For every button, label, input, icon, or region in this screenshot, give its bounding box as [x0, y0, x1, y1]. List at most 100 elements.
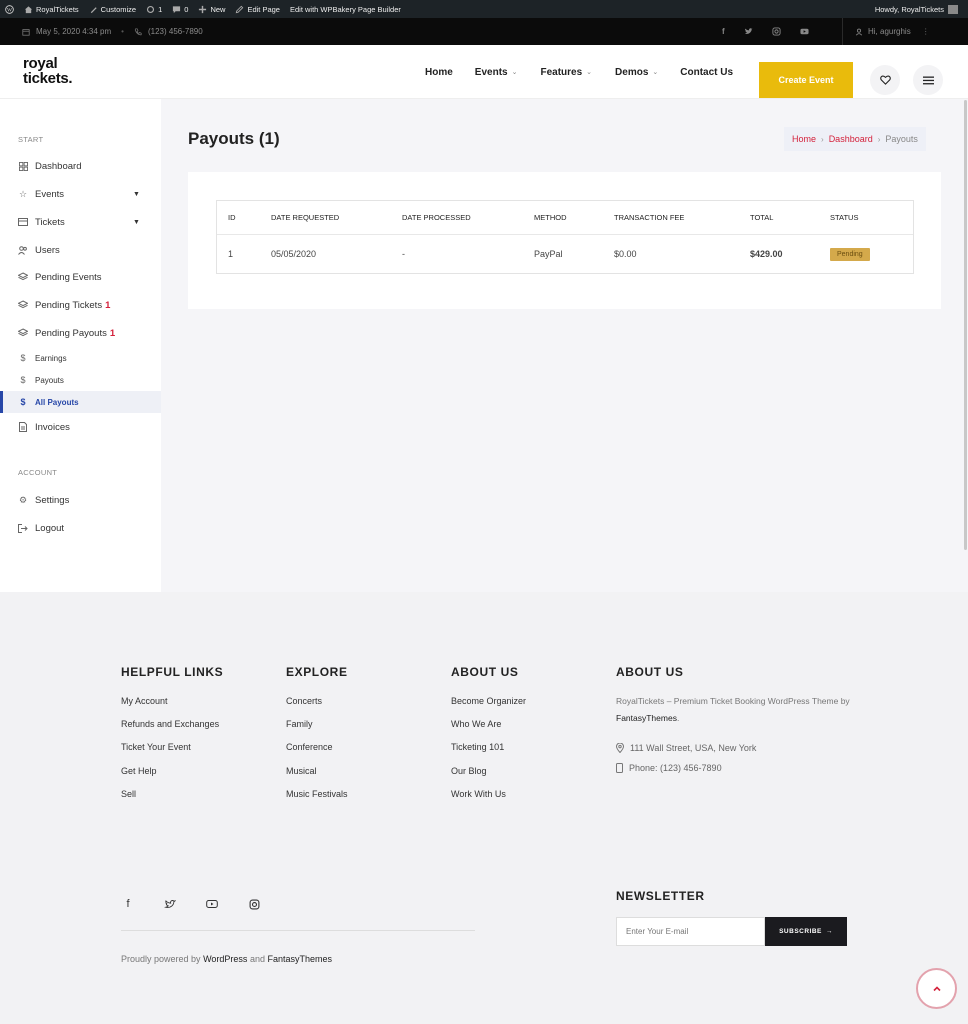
sidebar-item-label: Dashboard — [35, 160, 82, 172]
footer-link[interactable]: Ticket Your Event — [121, 742, 223, 765]
address-text: 111 Wall Street, USA, New York — [630, 743, 757, 753]
subscribe-button[interactable]: SUBSCRIBE → — [765, 917, 847, 946]
column-header: DATE PROCESSED — [402, 213, 471, 222]
footer-link[interactable]: Sell — [121, 789, 223, 812]
sidebar-item-events[interactable]: ☆ Events ▼ — [0, 183, 161, 205]
user-menu[interactable]: Hi, agurghis ⋮ — [842, 18, 930, 45]
pencil-icon — [236, 5, 244, 13]
wp-logo-menu[interactable]: W — [0, 0, 19, 18]
date-processed: - — [402, 249, 405, 259]
new-label: New — [210, 4, 226, 14]
nav-home[interactable]: Home — [425, 67, 453, 78]
sidebar-item-invoices[interactable]: Invoices — [0, 416, 161, 438]
chevron-down-icon: ⌄ — [586, 69, 593, 76]
about-brand-link[interactable]: FantasyThemes — [616, 713, 677, 723]
footer-link[interactable]: Who We Are — [451, 719, 526, 742]
status-cell: Pending — [830, 235, 870, 273]
new-content-link[interactable]: New — [193, 0, 230, 18]
footer-link[interactable]: Music Festivals — [286, 789, 348, 812]
customize-link[interactable]: Customize — [84, 0, 141, 18]
breadcrumb-home[interactable]: Home — [792, 134, 816, 144]
twitter-icon[interactable] — [744, 27, 753, 36]
footer-link[interactable]: Refunds and Exchanges — [121, 719, 223, 742]
nav-events[interactable]: Events ⌄ — [475, 67, 518, 78]
sidebar-item-earnings[interactable]: $ Earnings — [0, 347, 161, 369]
footer-link[interactable]: Get Help — [121, 766, 223, 789]
grid-icon — [18, 161, 28, 171]
footer-link[interactable]: My Account — [121, 696, 223, 719]
brush-icon — [90, 6, 97, 13]
instagram-icon[interactable] — [247, 897, 261, 911]
sidebar-item-label: Tickets — [35, 216, 65, 228]
nav-contact[interactable]: Contact Us — [680, 67, 733, 78]
edit-page-link[interactable]: Edit Page — [230, 0, 285, 18]
chevron-down-icon: ⌄ — [511, 69, 518, 76]
facebook-icon[interactable]: f — [121, 897, 135, 911]
column-header: METHOD — [534, 213, 567, 222]
count-badge: 1 — [105, 299, 111, 311]
site-logo[interactable]: royal tickets. — [23, 55, 73, 86]
breadcrumb-dashboard[interactable]: Dashboard — [829, 134, 873, 144]
powered-prefix: Proudly powered by — [121, 954, 201, 964]
fantasythemes-link[interactable]: FantasyThemes — [267, 954, 332, 964]
footer-link[interactable]: Ticketing 101 — [451, 742, 526, 765]
footer-heading: HELPFUL LINKS — [121, 665, 224, 679]
nav-features[interactable]: Features ⌄ — [540, 67, 592, 78]
page-scrollbar[interactable] — [964, 100, 967, 550]
youtube-icon[interactable] — [205, 897, 219, 911]
comments-link[interactable]: 0 — [167, 0, 193, 18]
logout-icon — [18, 523, 28, 533]
footer-link[interactable]: Our Blog — [451, 766, 526, 789]
create-event-button[interactable]: Create Event — [759, 62, 853, 98]
footer-link[interactable]: Musical — [286, 766, 348, 789]
updates-link[interactable]: 1 — [141, 0, 167, 18]
chevron-down-icon: ⌄ — [652, 69, 659, 76]
subscribe-label: SUBSCRIBE — [779, 928, 822, 935]
sidebar-item-pending-events[interactable]: Pending Events — [0, 266, 161, 288]
sidebar-item-dashboard[interactable]: Dashboard — [0, 155, 161, 177]
nav-features-label: Features — [540, 66, 583, 78]
nav-demos[interactable]: Demos ⌄ — [615, 67, 658, 78]
footer-link[interactable]: Become Organizer — [451, 696, 526, 719]
sidebar-item-label: Payouts — [35, 375, 64, 385]
sidebar-item-logout[interactable]: Logout — [0, 517, 161, 539]
back-to-top-button[interactable] — [916, 968, 957, 1009]
hamburger-icon — [922, 76, 934, 84]
footer-link[interactable]: Conference — [286, 742, 348, 765]
sidebar-item-all-payouts[interactable]: $ All Payouts — [0, 391, 161, 413]
sidebar-item-pending-payouts[interactable]: Pending Payouts 1 — [0, 322, 161, 344]
menu-button[interactable] — [913, 65, 943, 95]
sidebar-item-payouts[interactable]: $ Payouts — [0, 369, 161, 391]
avatar — [948, 4, 958, 14]
footer-heading: ABOUT US — [451, 665, 519, 679]
instagram-icon[interactable] — [772, 27, 781, 36]
footer-helpful-links: HELPFUL LINKS My Account Refunds and Exc… — [121, 665, 223, 812]
footer-link[interactable]: Work With Us — [451, 789, 526, 812]
sidebar-item-pending-tickets[interactable]: Pending Tickets 1 — [0, 294, 161, 316]
wpbakery-link[interactable]: Edit with WPBakery Page Builder — [285, 0, 406, 18]
sidebar-item-settings[interactable]: ⚙ Settings — [0, 489, 161, 511]
user-icon — [855, 28, 863, 35]
logo-line1: royal — [23, 55, 58, 72]
my-account-menu[interactable]: Howdy, RoyalTickets — [875, 4, 968, 14]
twitter-icon[interactable] — [163, 897, 177, 911]
table-row: 1 05/05/2020 - PayPal $0.00 $429.00 Pend… — [217, 235, 913, 273]
payouts-card: ID DATE REQUESTED DATE PROCESSED METHOD … — [188, 172, 941, 309]
column-header: STATUS — [830, 213, 859, 222]
newsletter-email-input[interactable] — [616, 917, 765, 946]
youtube-icon[interactable] — [800, 27, 809, 36]
transaction-fee: $0.00 — [614, 249, 637, 259]
sidebar-item-tickets[interactable]: Tickets ▼ — [0, 211, 161, 233]
sidebar-item-label: Invoices — [35, 421, 70, 433]
wishlist-button[interactable] — [870, 65, 900, 95]
wordpress-icon: W — [5, 4, 14, 14]
wordpress-link[interactable]: WordPress — [203, 954, 247, 964]
site-name-menu[interactable]: RoyalTickets — [19, 0, 84, 18]
facebook-icon[interactable]: f — [722, 27, 725, 36]
user-greeting: Hi, agurghis — [868, 27, 911, 36]
footer-link[interactable]: Family — [286, 719, 348, 742]
wp-admin-bar: W RoyalTickets Customize 1 0 New Edit Pa… — [0, 0, 968, 18]
sidebar-item-users[interactable]: Users — [0, 239, 161, 261]
footer-heading: EXPLORE — [286, 665, 348, 679]
footer-link[interactable]: Concerts — [286, 696, 348, 719]
